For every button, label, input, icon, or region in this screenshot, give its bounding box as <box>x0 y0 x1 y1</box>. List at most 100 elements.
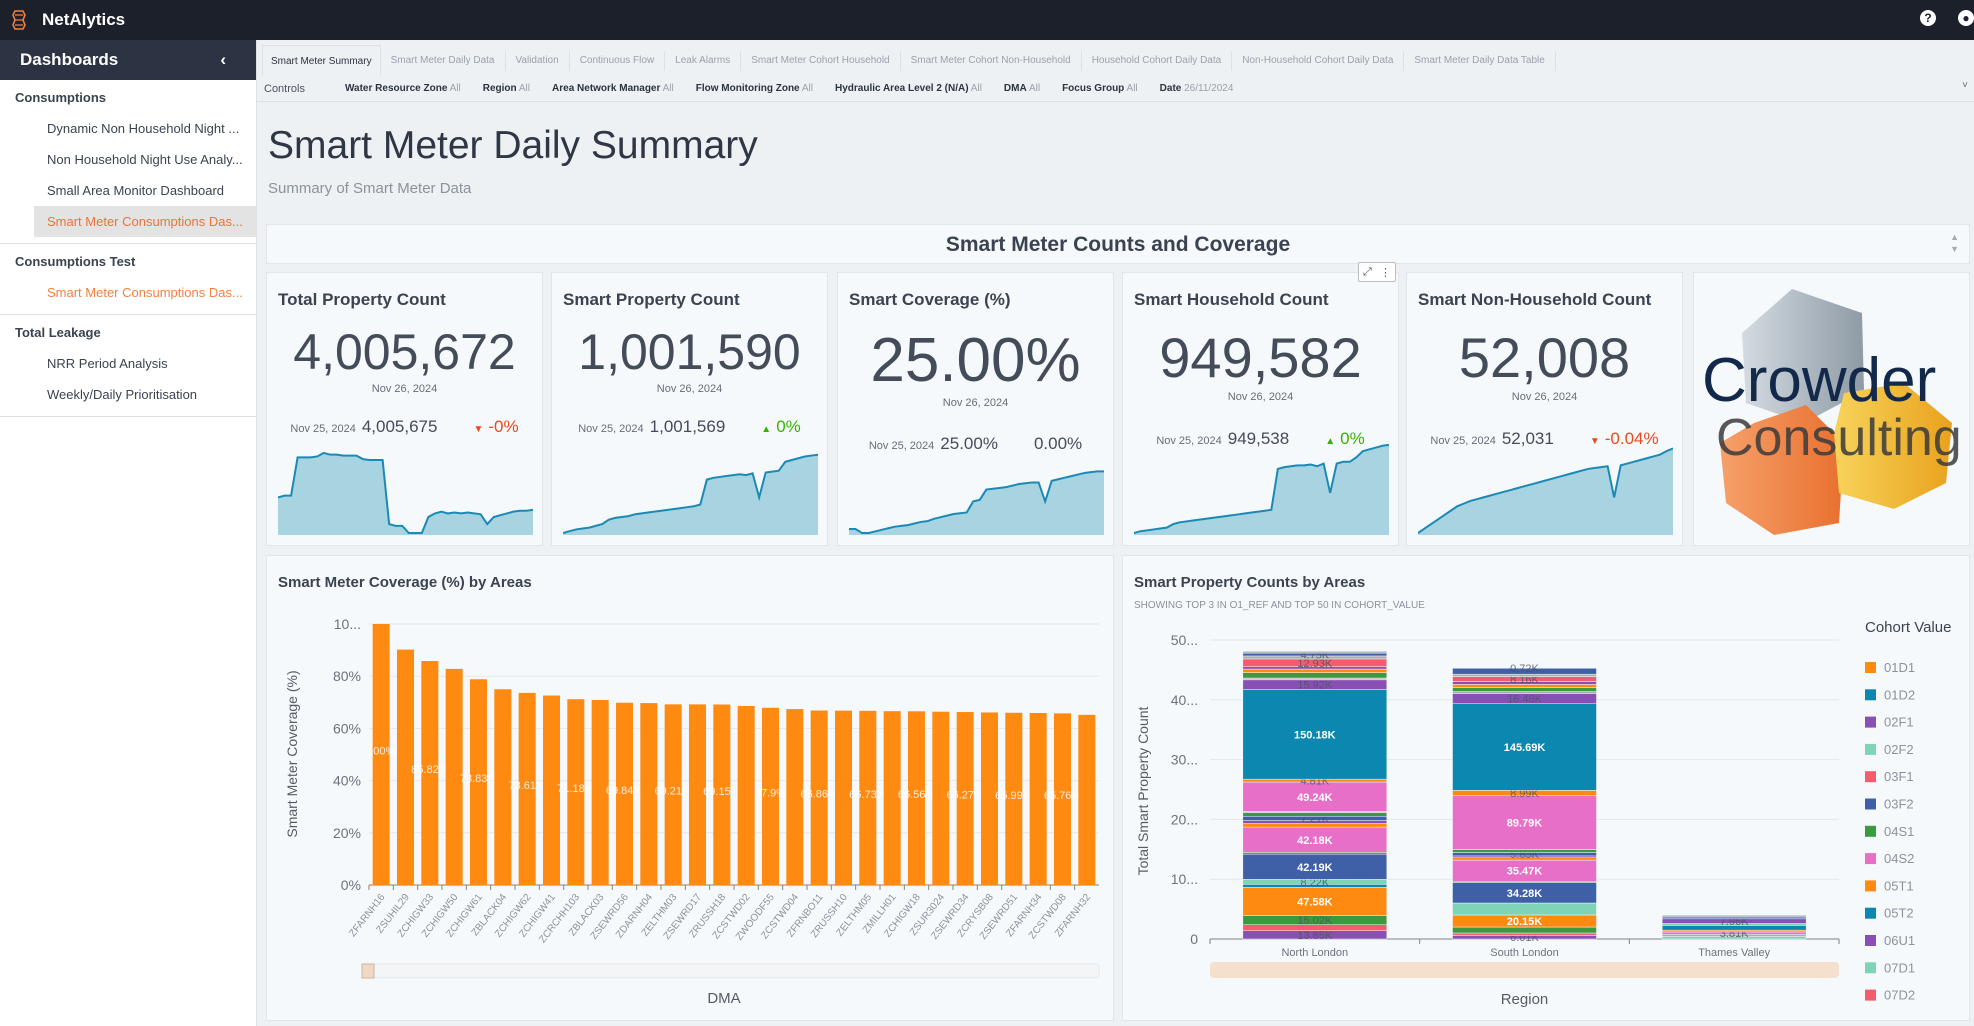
tab[interactable]: Smart Meter Cohort Household <box>741 51 901 71</box>
comparison-date: Nov 25, 2024 <box>290 423 356 435</box>
legend-swatch[interactable] <box>1865 743 1876 755</box>
stack-segment <box>1452 691 1597 694</box>
sidebar-item[interactable]: Dynamic Non Household Night ... <box>34 113 256 144</box>
legend-item[interactable]: 07D2 <box>1884 988 1915 1003</box>
legend-swatch[interactable] <box>1865 853 1876 865</box>
legend-item[interactable]: 05T2 <box>1884 906 1914 921</box>
sidebar-group: Consumptions Test Smart Meter Consumption… <box>0 244 256 315</box>
kpi-title: Total Property Count <box>278 290 446 309</box>
legend-item[interactable]: 05T1 <box>1884 878 1914 893</box>
filter-control[interactable]: Water Resource Zone All <box>345 83 461 94</box>
legend-item[interactable]: 02F2 <box>1884 742 1914 757</box>
x-tick-label: North London <box>1281 947 1348 959</box>
sparkline-area <box>278 452 533 535</box>
x-axis-label: DMA <box>707 990 740 1007</box>
legend-swatch[interactable] <box>1865 798 1876 810</box>
tab[interactable]: Non-Household Cohort Daily Data <box>1232 51 1405 71</box>
logo-text-crowder: Crowder <box>1702 346 1936 415</box>
filter-control[interactable]: DMA All <box>1004 83 1040 94</box>
filter-control[interactable]: Region All <box>483 83 530 94</box>
legend-item[interactable]: 07D1 <box>1884 960 1915 975</box>
filter-control[interactable]: Flow Monitoring Zone All <box>696 83 813 94</box>
tab[interactable]: Household Cohort Daily Data <box>1082 51 1233 71</box>
sort-arrows-icon[interactable]: ▲ ▼ <box>1950 231 1959 255</box>
legend-swatch[interactable] <box>1865 989 1876 1001</box>
legend-swatch[interactable] <box>1865 935 1876 946</box>
tab[interactable]: Leak Alarms <box>665 51 742 71</box>
scrollbar-handle[interactable] <box>361 963 375 979</box>
kpi-value: 52,008 <box>1458 326 1631 389</box>
segment-label: 150.18K <box>1294 729 1336 741</box>
filter-control[interactable]: Hydraulic Area Level 2 (N/A) All <box>835 83 982 94</box>
collapse-chevron-icon[interactable]: ‹ <box>220 50 226 70</box>
tab[interactable]: Validation <box>506 51 570 71</box>
legend-item[interactable]: 04S2 <box>1884 851 1914 866</box>
data-label: 69.21% <box>655 786 693 798</box>
segment-label: 42.19K <box>1297 862 1333 874</box>
more-options-icon[interactable]: ⋮ <box>1380 266 1391 279</box>
data-label: 85.82% <box>411 764 449 776</box>
filter-control[interactable]: Date 26/11/2024 <box>1160 83 1234 94</box>
expand-controls-chevron-icon[interactable]: ˅ <box>1962 80 1968 91</box>
legend-item[interactable]: 01D2 <box>1884 687 1915 702</box>
tab[interactable]: Smart Meter Summary <box>262 45 381 76</box>
brand[interactable]: NetAlytics <box>12 10 125 30</box>
sidebar-item[interactable]: NRR Period Analysis <box>34 348 256 379</box>
legend-item[interactable]: 03F2 <box>1884 797 1914 812</box>
coverage-by-area-chart: Smart Meter Coverage (%) by Areas 0% 20% 4… <box>266 555 1114 1021</box>
section-title: Smart Meter Counts and Coverage <box>945 233 1291 256</box>
stack-segment <box>1661 929 1807 933</box>
stack-segment <box>1452 932 1597 936</box>
segment-label: 35.47K <box>1507 866 1543 878</box>
sidebar-item[interactable]: Smart Meter Consumptions Das... <box>34 277 256 308</box>
tab[interactable]: Continuous Flow <box>570 51 666 71</box>
chart-scrollbar[interactable] <box>1210 962 1839 978</box>
legend-swatch[interactable] <box>1865 716 1876 728</box>
legend-swatch[interactable] <box>1865 771 1876 783</box>
filter-name: Flow Monitoring Zone <box>695 83 800 94</box>
legend-item[interactable]: 02F1 <box>1884 715 1914 730</box>
y-tick-label: 20% <box>333 825 361 841</box>
legend-swatch[interactable] <box>1865 880 1876 892</box>
filter-name: Area Network Manager <box>552 83 661 94</box>
sidebar-item[interactable]: Weekly/Daily Prioritisation <box>34 379 256 410</box>
kpi-date: Nov 26, 2024 <box>656 383 723 395</box>
expand-icon[interactable]: ⤢ <box>1363 266 1372 279</box>
change-indicator: ▼ -0% <box>473 417 518 437</box>
chart-scrollbar[interactable] <box>361 963 1100 979</box>
user-icon[interactable]: ● <box>1958 10 1974 26</box>
sidebar-item[interactable]: Smart Meter Consumptions Das... <box>34 206 256 237</box>
kpi-comparison: Nov 25, 2024 4,005,675 ▼ -0% <box>267 417 542 437</box>
legend-swatch[interactable] <box>1865 689 1876 701</box>
legend-item[interactable]: 01D1 <box>1884 660 1915 675</box>
x-tick-label: South London <box>1490 947 1559 959</box>
sidebar: Dashboards ‹ Consumptions Dynamic Non Hou… <box>0 40 257 1026</box>
tab[interactable]: Smart Meter Cohort Non-Household <box>901 51 1082 71</box>
legend-item[interactable]: 04S1 <box>1884 824 1914 839</box>
tab[interactable]: Smart Meter Daily Data Table <box>1404 51 1556 71</box>
filter-control[interactable]: Area Network Manager All <box>552 83 674 94</box>
sidebar-item[interactable]: Non Household Night Use Analy... <box>34 144 256 175</box>
segment-label: 47.58K <box>1297 897 1333 909</box>
legend-item[interactable]: 03F1 <box>1884 769 1914 784</box>
legend-item[interactable]: 06U1 <box>1884 933 1915 948</box>
help-icon[interactable]: ? <box>1920 10 1936 26</box>
filter-value: All <box>518 83 531 94</box>
kpi-title: Smart Property Count <box>563 290 740 309</box>
x-tick-label: Thames Valley <box>1698 947 1770 959</box>
controls-label[interactable]: Controls <box>264 83 305 95</box>
sidebar-item[interactable]: Small Area Monitor Dashboard <box>34 175 256 206</box>
legend-swatch[interactable] <box>1865 907 1876 919</box>
tab[interactable]: Smart Meter Daily Data <box>381 51 506 71</box>
page-subtitle: Summary of Smart Meter Data <box>268 180 472 197</box>
comparison-date: Nov 25, 2024 <box>578 423 644 435</box>
legend-swatch[interactable] <box>1865 825 1876 837</box>
sidebar-title: Dashboards <box>20 50 119 69</box>
stack-segment <box>1242 672 1388 679</box>
legend-swatch[interactable] <box>1865 662 1876 673</box>
data-label: 69.15% <box>703 786 741 798</box>
filter-control[interactable]: Focus Group All <box>1062 83 1138 94</box>
y-tick-label: 20... <box>1171 811 1198 827</box>
y-axis-label: Total Smart Property Count <box>1135 706 1151 875</box>
legend-swatch[interactable] <box>1865 962 1876 974</box>
